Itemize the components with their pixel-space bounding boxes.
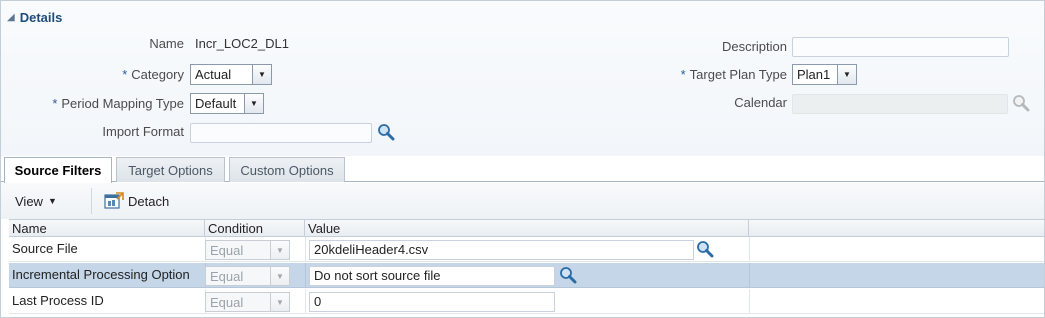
tab-source-filters[interactable]: Source Filters bbox=[4, 157, 112, 183]
chevron-down-icon: ▼ bbox=[270, 293, 289, 311]
category-label: * Category bbox=[122, 67, 184, 82]
chevron-down-icon[interactable]: ▼ bbox=[244, 94, 263, 113]
cell-divider bbox=[305, 289, 306, 314]
column-header-condition[interactable]: Condition bbox=[205, 220, 305, 237]
chevron-down-icon: ▼ bbox=[270, 267, 289, 285]
search-icon[interactable] bbox=[375, 121, 397, 143]
view-menu-button[interactable]: View ▼ bbox=[15, 191, 57, 211]
table-row[interactable]: Source File Equal ▼ 20kdeliHeader4.csv bbox=[9, 237, 1044, 262]
condition-select-value: Equal bbox=[210, 268, 244, 284]
category-select[interactable]: Actual ▼ bbox=[190, 64, 272, 85]
column-header-name[interactable]: Name bbox=[9, 220, 205, 237]
chevron-down-icon[interactable]: ▼ bbox=[252, 65, 271, 84]
details-section-header[interactable]: ◢ Details bbox=[7, 8, 62, 26]
target-plan-type-label: * Target Plan Type bbox=[680, 67, 787, 82]
view-menu-label: View bbox=[15, 193, 43, 209]
chevron-down-icon: ▼ bbox=[270, 241, 289, 259]
app-window: ◢ Details Name Incr_LOC2_DL1 * Category A… bbox=[0, 0, 1045, 318]
target-plan-type-select[interactable]: Plan1 ▼ bbox=[792, 64, 857, 85]
table-toolbar: View ▼ Detach bbox=[1, 183, 1044, 219]
cell-divider bbox=[749, 237, 750, 262]
period-mapping-label: * Period Mapping Type bbox=[52, 96, 184, 111]
value-input[interactable]: 20kdeliHeader4.csv bbox=[309, 240, 694, 260]
period-mapping-select-value: Default bbox=[195, 96, 237, 111]
value-input[interactable]: 0 bbox=[309, 292, 555, 312]
chevron-down-icon[interactable]: ▼ bbox=[837, 65, 856, 84]
tab-target-options[interactable]: Target Options bbox=[116, 157, 225, 182]
condition-select: Equal ▼ bbox=[205, 266, 290, 286]
description-input[interactable] bbox=[792, 37, 1009, 57]
search-icon bbox=[1010, 92, 1032, 114]
name-label: Name bbox=[149, 36, 184, 51]
category-select-value: Actual bbox=[195, 67, 232, 82]
search-icon[interactable] bbox=[694, 238, 716, 260]
cell-divider bbox=[305, 263, 306, 288]
period-mapping-select[interactable]: Default ▼ bbox=[190, 93, 264, 114]
tab-custom-options[interactable]: Custom Options bbox=[229, 157, 345, 182]
toolbar-divider bbox=[91, 188, 92, 214]
value-input[interactable]: Do not sort source file bbox=[309, 266, 555, 286]
condition-select-value: Equal bbox=[210, 242, 244, 258]
import-format-input[interactable] bbox=[190, 123, 372, 143]
required-marker: * bbox=[680, 67, 686, 82]
chevron-down-icon: ▼ bbox=[47, 196, 57, 206]
import-format-label: Import Format bbox=[102, 124, 184, 139]
column-header-value[interactable]: Value bbox=[305, 220, 749, 237]
collapse-triangle-icon[interactable]: ◢ bbox=[7, 12, 15, 23]
detach-button[interactable]: Detach bbox=[104, 191, 169, 211]
search-icon[interactable] bbox=[557, 264, 579, 286]
condition-select: Equal ▼ bbox=[205, 292, 290, 312]
row-name: Source File bbox=[12, 241, 78, 256]
source-filters-table: Name Condition Value Source File Equal ▼… bbox=[9, 219, 1044, 315]
details-title: Details bbox=[19, 9, 63, 25]
cell-divider bbox=[749, 289, 750, 314]
table-header: Name Condition Value bbox=[9, 219, 1044, 237]
name-value: Incr_LOC2_DL1 bbox=[195, 36, 289, 51]
target-plan-type-select-value: Plan1 bbox=[797, 67, 831, 82]
cell-divider bbox=[749, 263, 750, 288]
details-panel: ◢ Details Name Incr_LOC2_DL1 * Category A… bbox=[1, 1, 1044, 157]
tab-bar: Source Filters Target Options Custom Opt… bbox=[1, 156, 1044, 183]
cell-divider bbox=[305, 237, 306, 262]
required-marker: * bbox=[52, 96, 58, 111]
description-label: Description bbox=[721, 39, 787, 54]
calendar-label: Calendar bbox=[734, 95, 787, 110]
detach-label: Detach bbox=[128, 193, 170, 209]
row-name: Incremental Processing Option bbox=[12, 267, 190, 282]
required-marker: * bbox=[122, 67, 128, 82]
condition-select: Equal ▼ bbox=[205, 240, 290, 260]
table-row[interactable]: Last Process ID Equal ▼ 0 bbox=[9, 289, 1044, 314]
detach-icon bbox=[104, 192, 124, 210]
row-name: Last Process ID bbox=[12, 293, 104, 308]
calendar-input bbox=[792, 94, 1008, 114]
condition-select-value: Equal bbox=[210, 294, 244, 310]
table-row-selected[interactable]: Incremental Processing Option Equal ▼ Do… bbox=[9, 263, 1044, 288]
